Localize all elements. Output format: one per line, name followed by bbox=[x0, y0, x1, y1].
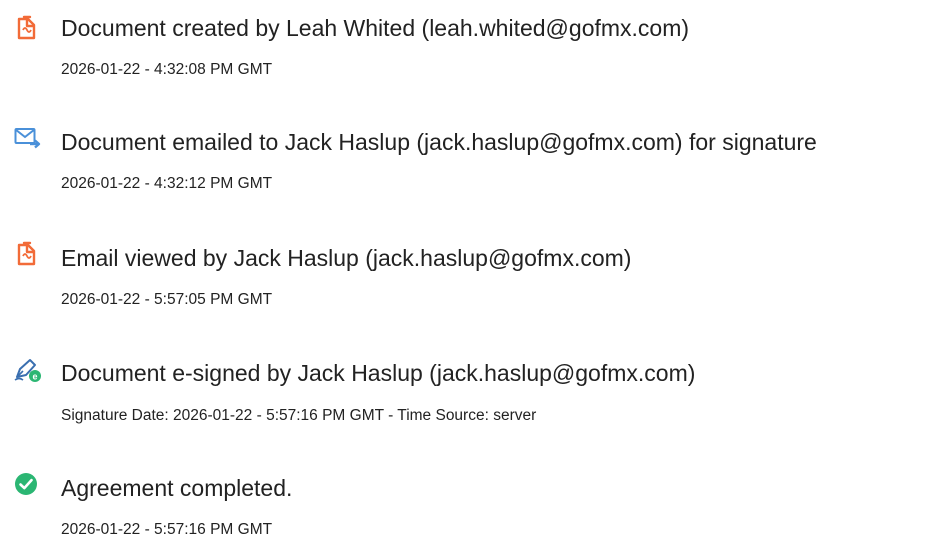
event-timestamp: 2026-01-22 - 4:32:08 PM GMT bbox=[61, 61, 273, 78]
event-title: Document e-signed by Jack Haslup (jack.h… bbox=[61, 360, 696, 386]
event-title: Document created by Leah Whited (leah.wh… bbox=[61, 15, 690, 41]
completed-check-icon bbox=[14, 472, 40, 498]
event-signature-detail: Signature Date: 2026-01-22 - 5:57:16 PM … bbox=[61, 407, 537, 424]
event-timestamp: 2026-01-22 - 5:57:16 PM GMT bbox=[61, 521, 273, 538]
event-title: Document emailed to Jack Haslup (jack.ha… bbox=[61, 129, 817, 155]
email-sent-icon bbox=[14, 126, 41, 152]
email-viewed-icon bbox=[14, 241, 40, 267]
event-timestamp: 2026-01-22 - 5:57:05 PM GMT bbox=[61, 291, 273, 308]
e-signed-icon: e bbox=[14, 357, 41, 383]
event-timestamp: 2026-01-22 - 4:32:12 PM GMT bbox=[61, 175, 273, 192]
event-title: Email viewed by Jack Haslup (jack.haslup… bbox=[61, 245, 632, 271]
svg-text:e: e bbox=[32, 372, 37, 382]
document-created-icon bbox=[14, 15, 40, 41]
event-title: Agreement completed. bbox=[61, 475, 293, 501]
